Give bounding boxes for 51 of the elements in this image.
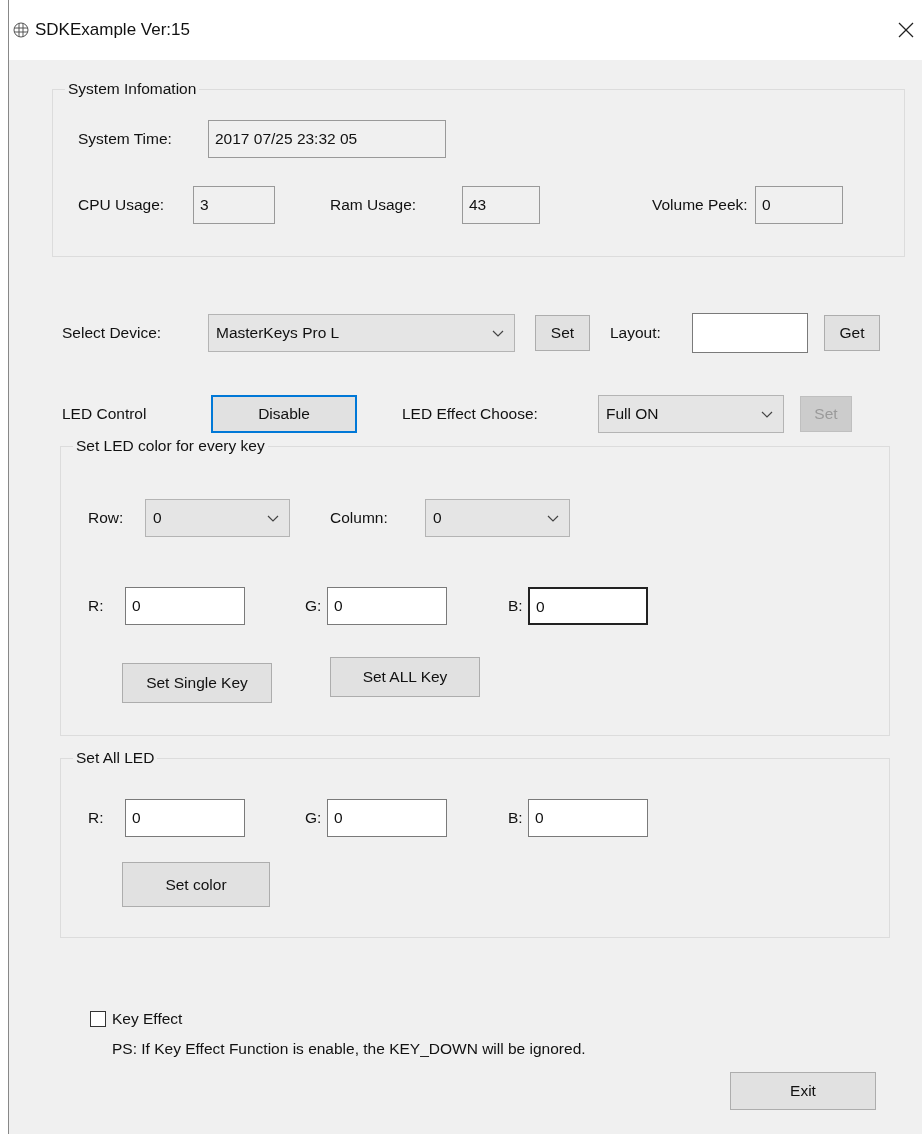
value-field[interactable]: 0 [528,799,648,837]
field-label: Ram Usage: [330,196,418,214]
group-title: System Infomation [67,80,198,98]
value-field[interactable]: 0 [125,799,245,837]
channel-label: B: [508,597,524,615]
field-label: Select Device: [62,324,163,342]
checkbox-label: Key Effect [112,1010,183,1028]
checkbox[interactable] [90,1011,106,1027]
channel-label: R: [88,597,105,615]
effect-dropdown[interactable]: Full ON [598,395,784,433]
chevron-down-icon [492,329,504,337]
grid-circle-icon [13,22,29,38]
value-field[interactable]: 0 [327,587,447,625]
value-field[interactable]: 0 [125,587,245,625]
disable-button[interactable]: Disable [211,395,357,433]
group-title: Set LED color for every key [75,437,266,455]
exit-button[interactable]: Exit [730,1072,876,1110]
field-label: Row: [88,509,125,527]
field-label: CPU Usage: [78,196,166,214]
channel-label: G: [305,597,323,615]
window-title: SDKExample Ver:15 [35,20,190,40]
chevron-down-icon [761,410,773,418]
get-button[interactable]: Get [824,315,880,351]
field-label: LED Effect Choose: [402,405,539,423]
row-dropdown[interactable]: 0 [145,499,290,537]
system-time-field[interactable]: 2017 07/25 23:32 05 [208,120,446,158]
value-field[interactable]: 43 [462,186,540,224]
set-key-button[interactable]: Set Single Key [122,663,272,703]
value-field[interactable]: 0 [528,587,648,625]
set-button[interactable]: Set [535,315,590,351]
field-label: Column: [330,509,389,527]
value-field[interactable]: 0 [327,799,447,837]
chevron-down-icon [547,514,559,522]
field-label: LED Control [62,405,148,423]
device-dropdown[interactable]: MasterKeys Pro L [208,314,515,352]
value-field[interactable]: 3 [193,186,275,224]
note-text: PS: If Key Effect Function is enable, the KEY_DOWN will be ignored. [112,1040,586,1058]
chevron-down-icon [267,514,279,522]
field-label: Layout: [610,324,662,342]
group-title: Set All LED [75,749,156,767]
field-label: System Time: [78,130,173,148]
set-color-button[interactable]: Set color [122,862,270,907]
close-icon[interactable] [898,22,914,38]
field-label: Volume Peek: [652,196,749,214]
value-field[interactable]: 0 [755,186,843,224]
layout-field[interactable] [692,313,808,353]
set-key-button[interactable]: Set ALL Key [330,657,480,697]
channel-label: B: [508,809,524,827]
column-dropdown[interactable]: 0 [425,499,570,537]
channel-label: G: [305,809,323,827]
channel-label: R: [88,809,105,827]
